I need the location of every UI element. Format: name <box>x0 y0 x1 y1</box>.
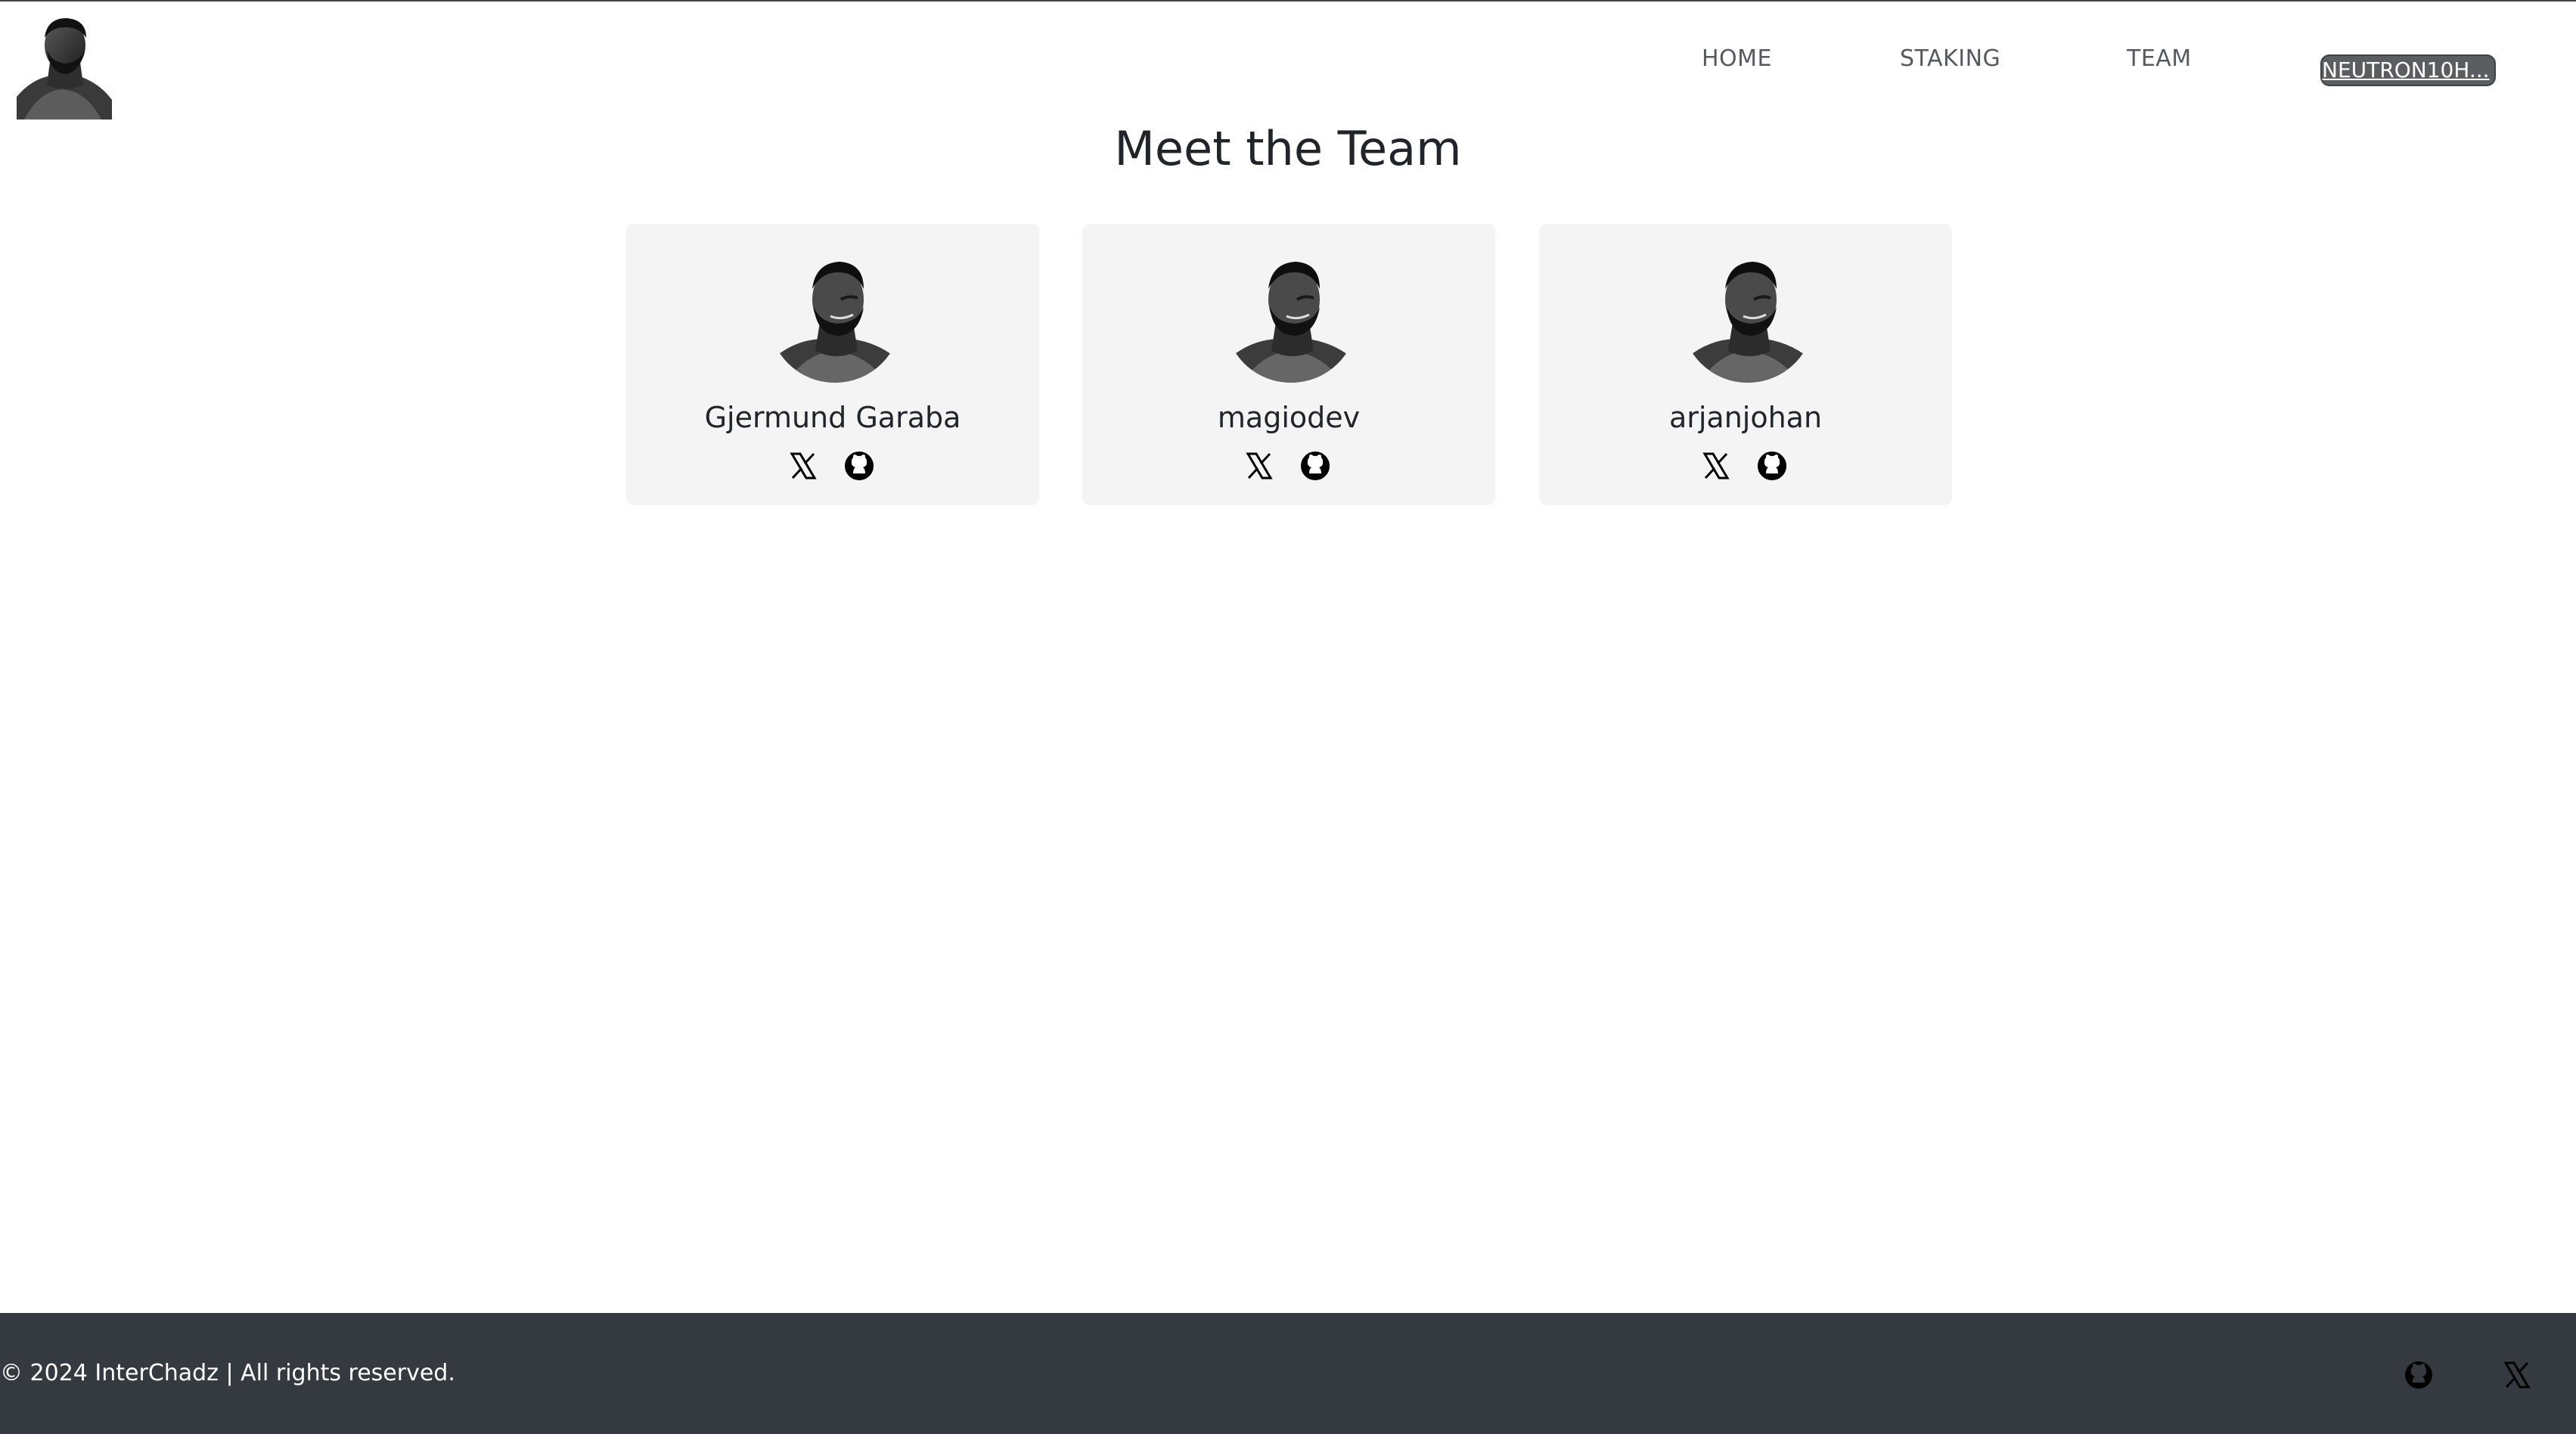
avatar <box>768 250 902 383</box>
team-card: arjanjohan <box>1539 224 1952 505</box>
github-icon[interactable] <box>1757 451 1787 481</box>
github-icon[interactable] <box>2404 1360 2434 1390</box>
page: HOME STAKING TEAM NEUTRON10H... Meet the… <box>0 0 2576 1434</box>
avatar <box>1224 250 1358 383</box>
github-icon[interactable] <box>844 451 874 481</box>
wallet-connect-button[interactable]: NEUTRON10H... <box>2320 54 2496 86</box>
x-icon[interactable] <box>788 451 818 481</box>
copyright-text: © 2024 InterChadz | All rights reserved. <box>0 1360 455 1386</box>
page-title: Meet the Team <box>1114 121 1462 176</box>
member-name: Gjermund Garaba <box>704 401 961 434</box>
team-card: Gjermund Garaba <box>626 224 1039 505</box>
nav-home[interactable]: HOME <box>1702 45 1772 72</box>
nav-team[interactable]: TEAM <box>2127 45 2192 72</box>
nav-staking[interactable]: STAKING <box>1900 45 2000 72</box>
member-name: magiodev <box>1217 401 1361 434</box>
member-name: arjanjohan <box>1668 401 1823 434</box>
x-icon[interactable] <box>2502 1360 2532 1390</box>
logo-icon[interactable] <box>17 15 112 120</box>
x-icon[interactable] <box>1701 451 1731 481</box>
github-icon[interactable] <box>1300 451 1330 481</box>
x-icon[interactable] <box>1244 451 1274 481</box>
avatar <box>1681 250 1814 383</box>
footer: © 2024 InterChadz | All rights reserved. <box>0 1313 2576 1434</box>
team-card: magiodev <box>1082 224 1495 505</box>
